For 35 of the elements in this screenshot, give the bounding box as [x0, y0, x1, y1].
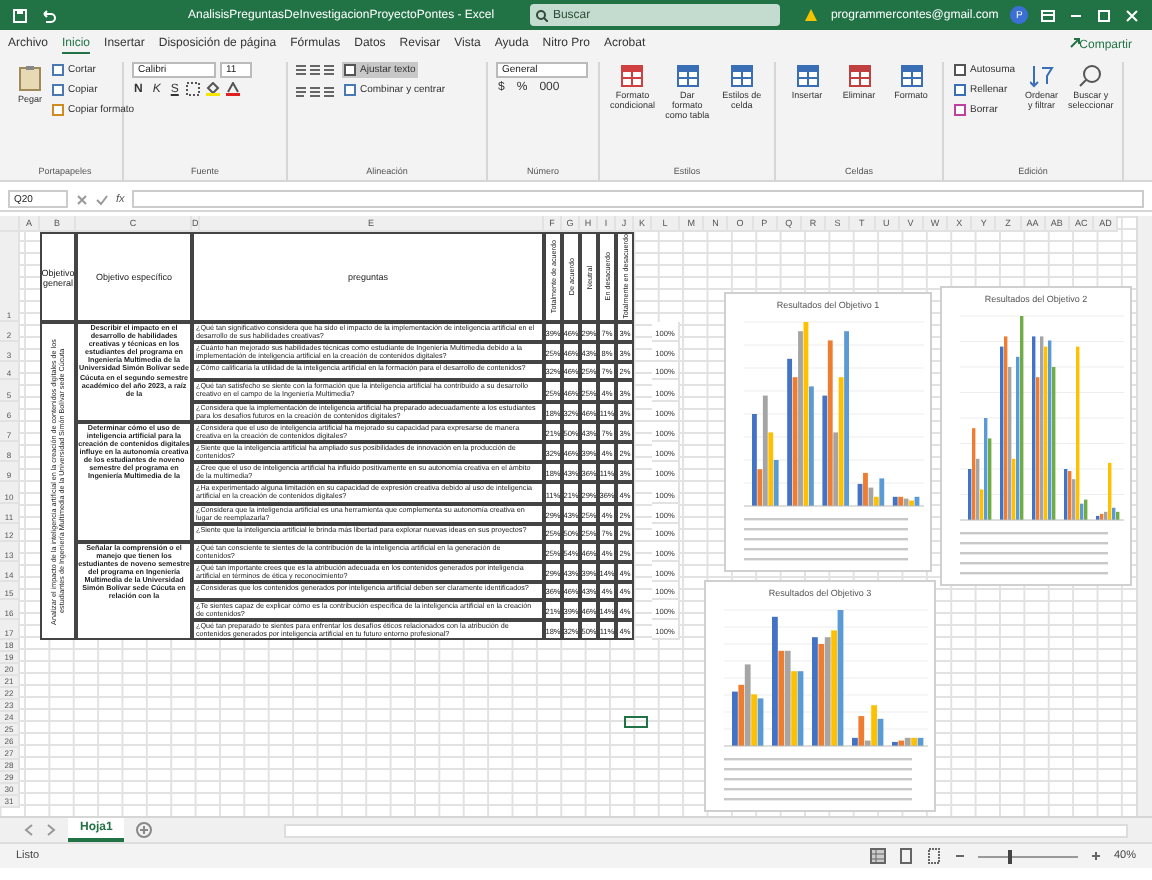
align-icon[interactable] [296, 63, 336, 77]
zoom-out-icon[interactable] [953, 850, 966, 862]
selected-cell [624, 716, 648, 728]
table-icon [620, 64, 645, 88]
clipboard-icon [18, 64, 42, 92]
search-icon [1078, 64, 1103, 88]
table-icon [729, 64, 754, 88]
align-icon[interactable] [296, 83, 336, 97]
save-icon [12, 7, 28, 23]
normal-view-icon[interactable] [869, 848, 886, 864]
border-icon[interactable] [186, 82, 201, 96]
table-icon [795, 64, 819, 88]
formula-field[interactable] [132, 190, 1144, 208]
vertical-scrollbar[interactable] [1136, 216, 1152, 816]
page-break-icon[interactable] [925, 848, 942, 864]
share-icon [1069, 37, 1080, 47]
fill-color-icon[interactable] [206, 82, 221, 96]
zoom-in-icon[interactable] [1089, 850, 1102, 862]
zoom-slider-thumb[interactable] [1007, 849, 1012, 863]
sort-filter-icon [1029, 64, 1054, 88]
close-icon[interactable] [1124, 7, 1140, 23]
add-sheet-icon[interactable] [136, 822, 153, 838]
font-color-icon[interactable] [226, 82, 241, 96]
warning-icon [804, 8, 819, 22]
cancel-icon[interactable] [76, 193, 88, 205]
maximize-icon[interactable] [1096, 7, 1112, 23]
table-icon [675, 64, 700, 88]
ribbon-display-icon[interactable] [1040, 7, 1056, 23]
table-icon [847, 64, 871, 88]
search-icon [536, 9, 549, 21]
undo-icon[interactable] [40, 7, 56, 23]
horizontal-scrollbar[interactable] [284, 823, 1128, 837]
enter-icon[interactable] [96, 193, 108, 205]
table-icon [899, 64, 923, 88]
page-layout-icon[interactable] [897, 848, 914, 864]
